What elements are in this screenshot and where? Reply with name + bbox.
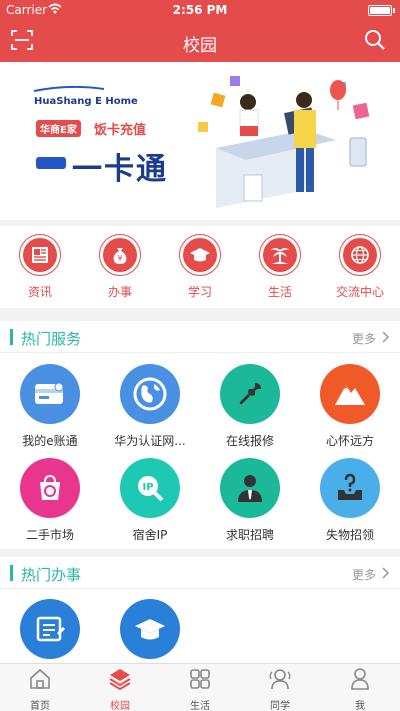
service-lost-found[interactable]: 失物招领 bbox=[300, 458, 400, 543]
quick-item-exchange[interactable]: 交流中心 bbox=[324, 234, 396, 300]
quick-item-label: 生活 bbox=[267, 285, 292, 299]
service-second-hand[interactable]: 二手市场 bbox=[0, 458, 100, 543]
graduation-cap-icon bbox=[135, 619, 165, 640]
form-icon bbox=[36, 616, 66, 642]
recycle-bag-icon bbox=[40, 474, 60, 500]
section-header: 热门服务 更多 bbox=[0, 321, 400, 353]
service-huawei-cert[interactable]: 华为认证网... bbox=[100, 364, 200, 449]
brand-badge: 华商E家 bbox=[36, 120, 81, 137]
service-label: 宿舍IP bbox=[132, 528, 168, 542]
layers-icon bbox=[109, 669, 131, 691]
chevron-right-icon[interactable] bbox=[381, 331, 390, 343]
hot-affairs-section: 热门办事 更多 bbox=[0, 557, 400, 663]
tab-me[interactable]: 我 bbox=[320, 667, 400, 711]
mountain-icon bbox=[335, 385, 365, 405]
page-title: 校园 bbox=[183, 36, 217, 56]
battery-icon bbox=[368, 5, 392, 16]
card-icon bbox=[36, 157, 66, 169]
banner-title: 一卡通 bbox=[72, 152, 168, 187]
quick-item-label: 交流中心 bbox=[335, 285, 384, 299]
tab-label: 校园 bbox=[110, 701, 130, 711]
affair-item-form[interactable] bbox=[0, 599, 100, 659]
tab-label: 首页 bbox=[30, 701, 50, 711]
service-label: 失物招领 bbox=[325, 528, 374, 542]
globe-icon bbox=[133, 377, 167, 411]
more-link[interactable]: 更多 bbox=[352, 566, 376, 583]
section-accent-bar bbox=[10, 565, 13, 581]
person-tie-icon bbox=[238, 475, 262, 502]
tab-campus[interactable]: 校园 bbox=[80, 667, 160, 711]
hot-services-section: 热门服务 更多 我的e账通 华为认证网... 在线报修 心怀远方 二手市场 IP… bbox=[0, 321, 400, 549]
tab-classmates[interactable]: 同学 bbox=[240, 667, 320, 711]
wrench-icon bbox=[239, 383, 261, 405]
promo-banner[interactable]: HuaShang E Home 华商E家 饭卡充值 一卡通 bbox=[0, 62, 400, 220]
grid-icon bbox=[190, 669, 210, 689]
globe-icon bbox=[351, 246, 369, 264]
quick-item-label: 学习 bbox=[187, 285, 212, 299]
news-icon bbox=[32, 247, 48, 263]
quick-item-label: 资讯 bbox=[27, 285, 52, 299]
service-label: 二手市场 bbox=[25, 528, 74, 542]
ip-search-icon: IP bbox=[138, 476, 164, 502]
tab-label: 同学 bbox=[270, 701, 290, 711]
service-label: 心怀远方 bbox=[325, 434, 374, 448]
service-online-repair[interactable]: 在线报修 bbox=[200, 364, 300, 449]
section-title: 热门服务 bbox=[21, 330, 82, 348]
service-label: 在线报修 bbox=[225, 434, 274, 448]
quick-item-news[interactable]: 资讯 bbox=[4, 234, 76, 300]
tab-bar: 首页 校园 生活 同学 我 bbox=[0, 663, 400, 711]
banner-slogan: 饭卡充值 bbox=[94, 123, 147, 138]
search-icon[interactable] bbox=[364, 29, 386, 51]
nav-bar: 校园 bbox=[0, 20, 400, 62]
quick-item-life[interactable]: 生活 bbox=[244, 234, 316, 300]
tab-life[interactable]: 生活 bbox=[160, 667, 240, 711]
service-dorm-ip[interactable]: IP 宿舍IP bbox=[100, 458, 200, 543]
service-label: 我的e账通 bbox=[22, 434, 78, 448]
tab-label: 我 bbox=[355, 701, 365, 711]
quick-item-label: 办事 bbox=[107, 285, 132, 299]
status-bar: Carrier 2:56 PM bbox=[0, 0, 400, 20]
more-link[interactable]: 更多 bbox=[352, 330, 376, 347]
tab-label: 生活 bbox=[190, 701, 210, 711]
section-title: 热门办事 bbox=[21, 566, 82, 584]
service-label: 华为认证网... bbox=[114, 434, 186, 448]
banner-illustration bbox=[198, 76, 370, 208]
home-icon bbox=[30, 668, 50, 689]
tab-home[interactable]: 首页 bbox=[0, 667, 80, 711]
service-job[interactable]: 求职招聘 bbox=[200, 458, 300, 543]
quick-item-affairs[interactable]: ¥ 办事 bbox=[84, 234, 156, 300]
chevron-right-icon[interactable] bbox=[381, 567, 390, 579]
quick-entry-row: 资讯 ¥ 办事 学习 生活 交流中心 bbox=[0, 226, 400, 308]
quick-item-study[interactable]: 学习 bbox=[164, 234, 236, 300]
service-e-account[interactable]: 我的e账通 bbox=[0, 364, 100, 449]
svg-text:¥: ¥ bbox=[117, 254, 122, 263]
card-icon bbox=[35, 382, 64, 404]
lost-found-icon bbox=[338, 473, 362, 500]
section-header: 热门办事 更多 bbox=[0, 557, 400, 589]
classmates-icon bbox=[269, 669, 291, 690]
service-label: 求职招聘 bbox=[225, 528, 274, 542]
money-bag-icon: ¥ bbox=[113, 248, 127, 264]
palm-tree-icon bbox=[271, 248, 289, 264]
clock: 2:56 PM bbox=[172, 3, 228, 17]
user-icon bbox=[351, 668, 369, 690]
section-accent-bar bbox=[10, 329, 13, 345]
svg-text:IP: IP bbox=[142, 482, 153, 493]
battery-tip bbox=[393, 8, 395, 13]
affair-item-study[interactable] bbox=[100, 599, 200, 659]
graduation-cap-icon bbox=[190, 248, 210, 262]
service-distance[interactable]: 心怀远方 bbox=[300, 364, 400, 449]
brand-name: HuaShang E Home bbox=[34, 96, 138, 107]
brand-logo-mark bbox=[34, 86, 104, 92]
